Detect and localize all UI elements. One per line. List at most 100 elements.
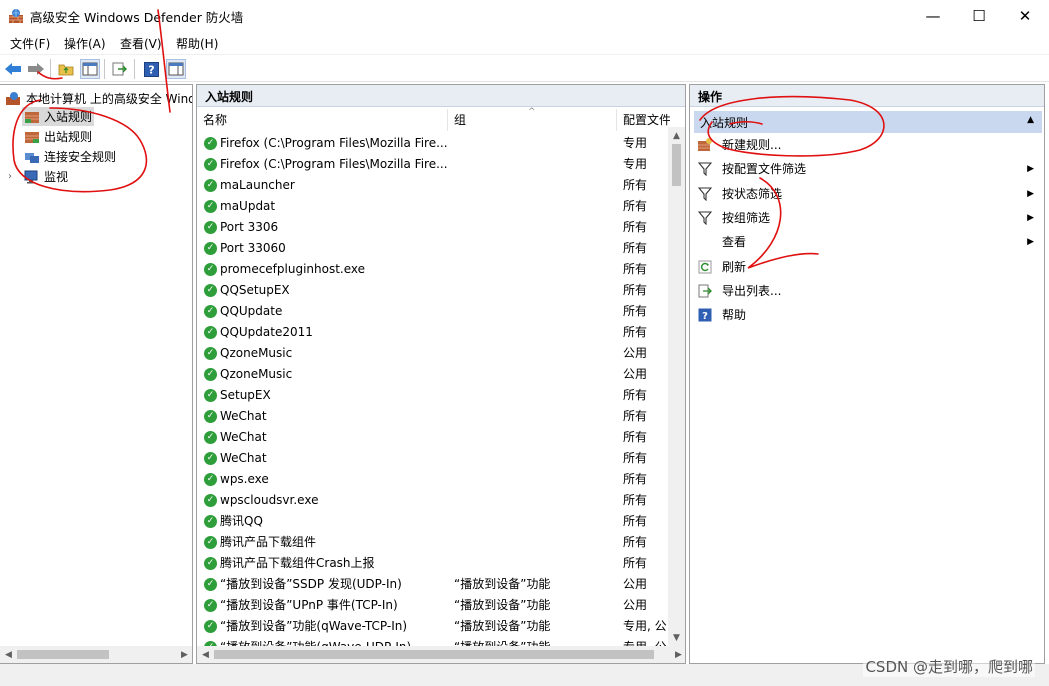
title-bar: 高级安全 Windows Defender 防火墙 — ☐ ✕	[0, 0, 1049, 31]
tree-item-connection-security-rules[interactable]: 连接安全规则	[22, 147, 118, 166]
table-row[interactable]: ✓ maUpdat 所有	[197, 196, 670, 217]
table-row[interactable]: ✓ “播放到设备”SSDP 发现(UDP-In) “播放到设备”功能 公用	[197, 574, 670, 595]
table-row[interactable]: ✓ 腾讯QQ 所有	[197, 511, 670, 532]
table-row[interactable]: ✓ QQSetupEX 所有	[197, 280, 670, 301]
tree-horizontal-scrollbar[interactable]: ◀ ▶	[0, 646, 192, 663]
rule-group: “播放到设备”功能	[454, 577, 551, 591]
export-icon	[698, 284, 712, 298]
scroll-left-icon[interactable]: ◀	[197, 646, 214, 663]
action-item[interactable]: 导出列表...	[690, 279, 1042, 303]
scrollbar-thumb[interactable]	[672, 144, 681, 186]
submenu-arrow-icon: ▶	[1027, 188, 1034, 199]
table-row[interactable]: ✓ 腾讯产品下载组件Crash上报 所有	[197, 553, 670, 574]
scroll-down-icon[interactable]: ▼	[668, 629, 685, 646]
column-header-name[interactable]: 名称	[197, 109, 448, 131]
tree-root[interactable]: 本地计算机 上的高级安全 Wind	[6, 89, 192, 107]
table-row[interactable]: ✓ WeChat 所有	[197, 427, 670, 448]
table-row[interactable]: ✓ “播放到设备”UPnP 事件(TCP-In) “播放到设备”功能 公用	[197, 595, 670, 616]
table-row[interactable]: ✓ Firefox (C:\Program Files\Mozilla Fire.…	[197, 154, 670, 175]
enabled-check-icon: ✓	[204, 347, 217, 360]
table-row[interactable]: ✓ QzoneMusic 公用	[197, 364, 670, 385]
rule-name: QzoneMusic	[220, 367, 293, 381]
scroll-right-icon[interactable]: ▶	[670, 646, 685, 663]
actions-section-inbound-rules[interactable]: 入站规则 ▲	[694, 111, 1042, 133]
table-row[interactable]: ✓ wps.exe 所有	[197, 469, 670, 490]
scroll-right-icon[interactable]: ▶	[176, 646, 192, 663]
rule-name: 腾讯产品下载组件Crash上报	[220, 556, 375, 570]
rule-group: “播放到设备”功能	[454, 598, 551, 612]
submenu-arrow-icon: ▶	[1027, 212, 1034, 223]
action-item[interactable]: 查看 ▶	[690, 230, 1042, 254]
enabled-check-icon: ✓	[204, 473, 217, 486]
table-row[interactable]: ✓ maLauncher 所有	[197, 175, 670, 196]
column-header-profile[interactable]: 配置文件	[617, 109, 670, 131]
tree-item-outbound-rules[interactable]: 出站规则	[22, 127, 94, 146]
expand-monitor-chevron-icon[interactable]: ›	[8, 171, 12, 182]
maximize-button[interactable]: ☐	[956, 0, 1002, 31]
rule-profile: 所有	[623, 262, 648, 276]
rule-name: SetupEX	[220, 388, 271, 402]
enabled-check-icon: ✓	[204, 494, 217, 507]
rule-profile: 所有	[623, 283, 648, 297]
enabled-check-icon: ✓	[204, 557, 217, 570]
action-item[interactable]: 刷新	[690, 255, 1042, 279]
help-button[interactable]: ?	[141, 59, 161, 79]
tree-item-label: 出站规则	[44, 130, 93, 144]
tree-item-label: 监视	[44, 170, 69, 184]
table-row[interactable]: ✓ WeChat 所有	[197, 448, 670, 469]
rule-profile: 所有	[623, 430, 648, 444]
actions-pane-title: 操作	[690, 85, 1044, 107]
rule-name: WeChat	[220, 430, 267, 444]
show-action-pane-button[interactable]	[166, 59, 186, 79]
rules-vertical-scrollbar[interactable]: ▲ ▼	[668, 127, 685, 646]
action-item[interactable]: 按配置文件筛选 ▶	[690, 157, 1042, 181]
actions-pane: 操作 入站规则 ▲ 新建规则... 按配置文件筛选 ▶ 按状态筛选 ▶ 按组筛选 ▶ 查看 ▶ 刷…	[689, 84, 1045, 664]
menu-action[interactable]: 操作(A)	[64, 35, 106, 52]
rule-name: QzoneMusic	[220, 346, 293, 360]
table-row[interactable]: ✓ QQUpdate2011 所有	[197, 322, 670, 343]
export-button[interactable]	[110, 59, 130, 79]
tree-item-inbound-rules[interactable]: 入站规则	[22, 107, 95, 126]
menu-help[interactable]: 帮助(H)	[176, 35, 218, 52]
back-button[interactable]	[3, 59, 23, 79]
action-item[interactable]: 新建规则...	[690, 133, 1042, 157]
table-row[interactable]: ✓ “播放到设备”功能(qWave-TCP-In) “播放到设备”功能 专用, 公	[197, 616, 670, 637]
rule-name: maUpdat	[220, 199, 276, 213]
action-item[interactable]: 按组筛选 ▶	[690, 206, 1042, 230]
folder-up-icon	[58, 64, 74, 76]
table-row[interactable]: ✓ 腾讯产品下载组件 所有	[197, 532, 670, 553]
table-row[interactable]: ✓ WeChat 所有	[197, 406, 670, 427]
minimize-button[interactable]: —	[910, 0, 956, 31]
rule-profile: 所有	[623, 451, 648, 465]
rules-horizontal-scrollbar[interactable]: ◀ ▶	[197, 646, 685, 663]
enabled-check-icon: ✓	[204, 137, 217, 150]
show-tree-button[interactable]	[80, 59, 100, 79]
close-button[interactable]: ✕	[1002, 0, 1048, 31]
up-folder-button[interactable]	[56, 59, 76, 79]
action-item[interactable]: 按状态筛选 ▶	[690, 182, 1042, 206]
scroll-left-icon[interactable]: ◀	[0, 646, 17, 663]
table-row[interactable]: ✓ QQUpdate 所有	[197, 301, 670, 322]
rule-name: wpscloudsvr.exe	[220, 493, 319, 507]
rule-profile: 所有	[623, 514, 648, 528]
action-item[interactable]: ? 帮助	[690, 303, 1042, 327]
menu-file[interactable]: 文件(F)	[10, 35, 50, 52]
table-row[interactable]: ✓ wpscloudsvr.exe 所有	[197, 490, 670, 511]
tree-item-monitor[interactable]: 监视	[22, 167, 70, 186]
rule-profile: 所有	[623, 556, 648, 570]
table-row[interactable]: ✓ Port 3306 所有	[197, 217, 670, 238]
table-row[interactable]: ✓ SetupEX 所有	[197, 385, 670, 406]
rule-name: Firefox (C:\Program Files\Mozilla Fire..…	[220, 157, 448, 171]
scrollbar-thumb[interactable]	[214, 650, 654, 659]
menu-bar: 文件(F) 操作(A) 查看(V) 帮助(H)	[0, 31, 1049, 53]
table-row[interactable]: ✓ Firefox (C:\Program Files\Mozilla Fire.…	[197, 133, 670, 154]
scroll-up-icon[interactable]: ▲	[668, 127, 685, 144]
table-row[interactable]: ✓ QzoneMusic 公用	[197, 343, 670, 364]
menu-view[interactable]: 查看(V)	[120, 35, 162, 52]
collapse-caret-icon[interactable]: ▲	[1027, 115, 1034, 125]
rule-profile: 专用	[623, 157, 648, 171]
table-row[interactable]: ✓ Port 33060 所有	[197, 238, 670, 259]
table-row[interactable]: ✓ promecefpluginhost.exe 所有	[197, 259, 670, 280]
scrollbar-thumb[interactable]	[17, 650, 109, 659]
forward-button[interactable]	[26, 59, 46, 79]
